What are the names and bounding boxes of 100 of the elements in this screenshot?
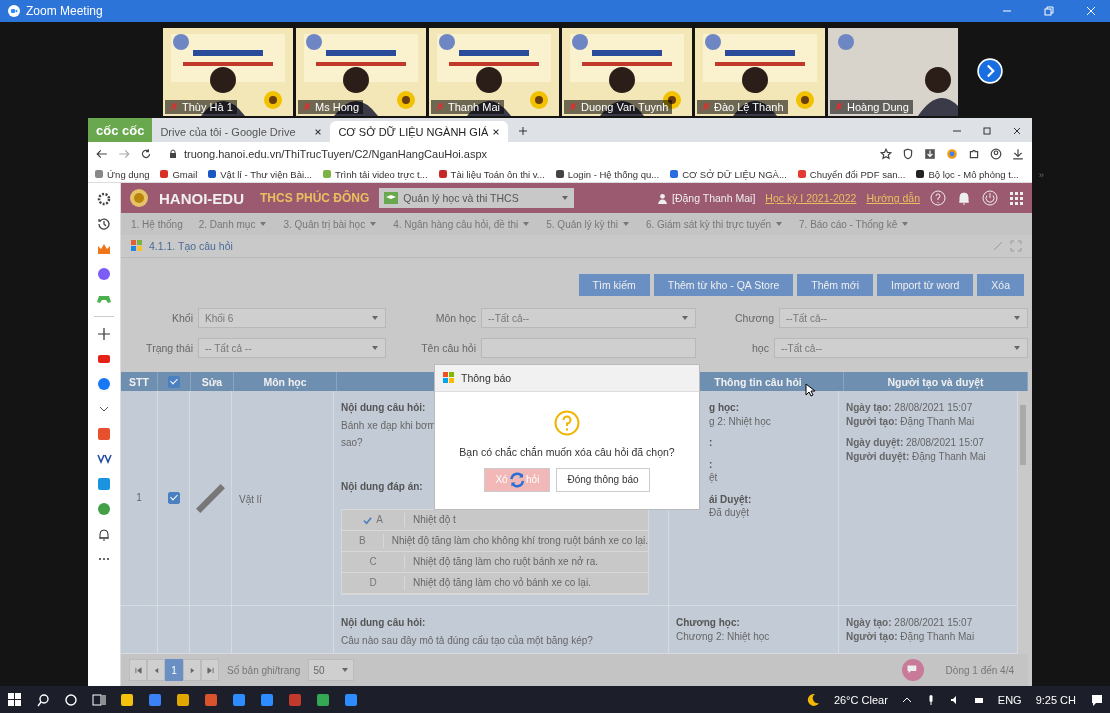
search-icon[interactable] <box>36 692 50 707</box>
messenger-icon[interactable] <box>96 266 112 282</box>
help-link[interactable]: Hướng dẫn <box>866 192 920 204</box>
bookmark[interactable]: Ứng dụng <box>94 168 150 180</box>
app-icon[interactable] <box>232 692 246 707</box>
bookmark[interactable]: CƠ SỞ DỮ LIỆU NGÀ... <box>669 168 787 180</box>
back-arrow-icon[interactable] <box>96 148 108 160</box>
close-icon[interactable] <box>492 127 501 136</box>
last-page-button[interactable] <box>201 659 219 681</box>
restore-icon[interactable] <box>982 126 992 136</box>
term-link[interactable]: Học kỳ I 2021-2022 <box>765 192 857 204</box>
app-brand: HANOI-EDU <box>159 189 244 207</box>
participant-label: Hoàng Dung <box>830 100 913 114</box>
bookmark[interactable]: Vật lí - Thư viện Bài... <box>207 168 312 180</box>
bookmark[interactable]: Login - Hệ thống qu... <box>554 168 660 180</box>
page-title: 4.1.1. Tạo câu hỏi <box>149 240 233 252</box>
caret-icon <box>371 314 379 322</box>
delete-button[interactable]: Xó hỏi <box>484 467 551 492</box>
menu-item[interactable]: 4. Ngân hàng câu hỏi, đề thi <box>393 218 519 230</box>
apps-grid-icon[interactable] <box>1008 190 1024 206</box>
action-button[interactable]: Thêm từ kho - QA Store <box>653 274 794 296</box>
download-icon[interactable] <box>924 148 936 160</box>
menu-item[interactable]: 2. Danh mục <box>198 218 256 230</box>
profile-icon[interactable] <box>990 148 1002 160</box>
app-icon[interactable] <box>344 692 358 707</box>
per-page-select[interactable]: 50 <box>308 659 355 681</box>
menu-item[interactable]: 5. Quản lý kỳ thi <box>546 218 618 230</box>
row-checkbox[interactable] <box>167 492 180 504</box>
windows-icon[interactable] <box>8 692 22 707</box>
info-text: Chương học: <box>676 616 740 630</box>
bookmark[interactable]: Trình tải video trực t... <box>322 168 428 180</box>
filter-select[interactable]: --Tất cả-- <box>773 338 1028 358</box>
filter-select[interactable]: -- Tất cả -- <box>198 338 386 358</box>
app-icon[interactable] <box>204 692 218 707</box>
filter-select[interactable]: --Tất cả-- <box>481 308 696 328</box>
app-icon[interactable] <box>260 692 274 707</box>
bell-icon[interactable] <box>96 526 112 542</box>
check-icon <box>363 515 373 525</box>
close-dialog-button[interactable]: Đóng thông báo <box>556 467 650 492</box>
menu-item[interactable]: 6. Giám sát kỳ thi trực tuyến <box>645 218 771 230</box>
task-view-icon[interactable] <box>92 692 106 707</box>
bookmark-icon <box>669 169 680 179</box>
new-tab-icon[interactable] <box>518 126 529 136</box>
help-icon[interactable] <box>930 190 946 206</box>
browser-tab[interactable]: Drive của tôi - Google Drive <box>152 121 331 142</box>
app-icon[interactable] <box>176 692 190 707</box>
language-indicator[interactable]: ENG <box>997 693 1022 706</box>
app-icon[interactable] <box>316 692 330 707</box>
participant-label: Ms Hong <box>298 100 364 114</box>
bookmark[interactable]: Gmail <box>159 168 198 180</box>
info-text: : <box>709 436 713 450</box>
filter-label: Khối <box>171 312 193 324</box>
module-select[interactable]: Quản lý học và thi THCS <box>379 188 575 208</box>
star-icon[interactable] <box>880 148 892 160</box>
reload-icon[interactable] <box>140 148 152 160</box>
menu-item[interactable]: 3. Quản trị bài học <box>283 218 366 230</box>
download-icon[interactable] <box>1012 148 1024 160</box>
menu-item[interactable]: 1. Hệ thống <box>131 218 183 230</box>
chat-icon[interactable] <box>901 659 924 681</box>
browser-logo: cốc cốc <box>88 118 153 142</box>
action-button[interactable]: Thêm mới <box>797 274 873 296</box>
shield-icon[interactable] <box>902 148 914 160</box>
address-field[interactable]: truong.hanoi.edu.vn/ThiTrucTuyen/C2/NganHangCauHoi.aspx <box>162 146 870 162</box>
bell-icon[interactable] <box>956 190 972 206</box>
bookmark-icon <box>554 169 565 179</box>
browser-tab[interactable]: CƠ SỞ DỮ LIỆU NGÀNH GIÁ <box>330 121 509 142</box>
restore-icon[interactable] <box>1044 6 1054 16</box>
action-button[interactable]: Import từ word <box>877 274 974 296</box>
user-name: [Đặng Thanh Mai] <box>672 192 756 204</box>
first-page-button[interactable] <box>129 659 147 681</box>
bookmark[interactable]: Chuyển đổi PDF san... <box>796 168 906 180</box>
circle-icon[interactable] <box>64 692 78 707</box>
filter-label: Môn học <box>434 312 476 324</box>
action-button[interactable]: Xóa <box>977 274 1024 296</box>
clock[interactable]: 9:25 CH <box>1035 693 1076 706</box>
bookmark[interactable]: Bộ lọc - Mô phỏng t... <box>915 168 1019 180</box>
close-icon[interactable] <box>314 127 323 136</box>
filter-select[interactable]: Khối 6 <box>198 308 386 328</box>
menu-item[interactable]: 7. Báo cáo - Thống kê <box>799 218 898 230</box>
creator-text: Người tạo: Đặng Thanh Mai <box>846 414 976 428</box>
app-icon[interactable] <box>120 692 134 707</box>
more-bookmarks[interactable]: » <box>1038 168 1044 180</box>
graduation-cap-icon <box>384 192 399 204</box>
last-page-icon <box>206 666 214 674</box>
bookmark[interactable]: Tài liệu Toán ôn thi v... <box>437 168 545 180</box>
info-text: Chương 2: Nhiệt học <box>676 629 770 643</box>
school-name: THCS PHÚC ĐÔNG <box>260 191 370 205</box>
filter-select[interactable]: --Tất cả-- <box>779 308 1028 328</box>
weather-text[interactable]: 26°C Clear <box>833 693 888 706</box>
history-icon[interactable] <box>96 216 112 232</box>
action-button[interactable]: Tìm kiếm <box>578 274 650 296</box>
power-icon[interactable] <box>982 190 998 206</box>
participant-label: Thùy Hà 1 <box>165 100 237 114</box>
facebook-icon[interactable] <box>96 376 112 392</box>
page-button[interactable]: 1 <box>165 659 183 681</box>
close-icon[interactable] <box>1012 126 1022 136</box>
app-icon[interactable] <box>148 692 162 707</box>
notification-icon[interactable] <box>1090 692 1104 707</box>
select-all-checkbox[interactable] <box>168 375 180 388</box>
plus-icon[interactable] <box>96 326 112 342</box>
